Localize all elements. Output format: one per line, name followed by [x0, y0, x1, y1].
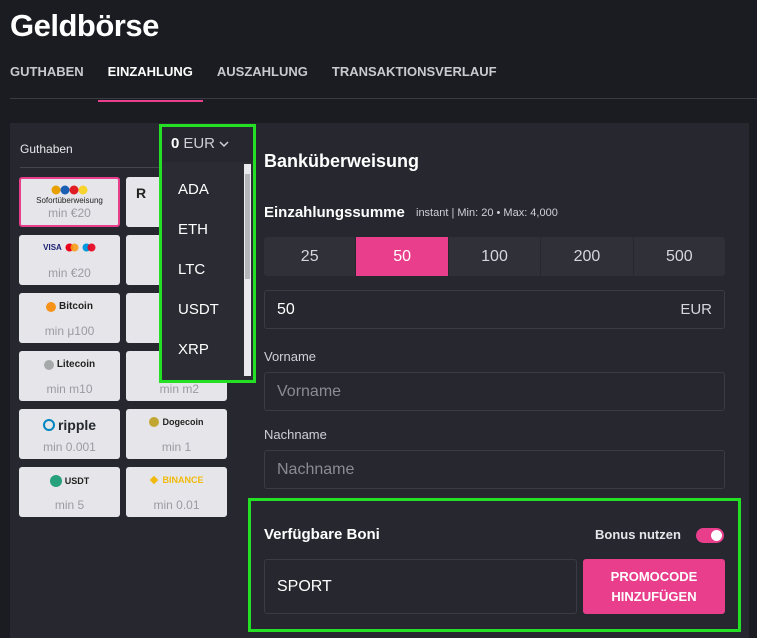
method-sofort[interactable]: Sofortüberweisung min €20	[19, 177, 120, 227]
bonus-title: Verfügbare Boni	[264, 526, 380, 543]
method-name: Litecoin	[56, 359, 96, 370]
promo-code-value: SPORT	[277, 577, 332, 595]
method-binance[interactable]: BINANCE min 0.01	[126, 467, 227, 517]
method-min: min €20	[48, 266, 91, 280]
method-usdt[interactable]: USDT min 5	[19, 467, 120, 517]
method-min: min 5	[54, 498, 85, 512]
bitcoin-icon	[46, 301, 57, 312]
method-min: min €20	[48, 206, 91, 220]
bonus-toggle[interactable]	[696, 528, 724, 543]
currency-code: EUR	[183, 135, 216, 152]
lastname-label: Nachname	[264, 427, 327, 442]
visa-logo-icon: VISA	[43, 243, 62, 252]
method-bitcoin[interactable]: Bitcoin min μ100	[19, 293, 120, 343]
currency-selector[interactable]: 0 EUR	[171, 135, 229, 152]
promo-code-input[interactable]: SPORT	[264, 559, 577, 614]
amount-option-500[interactable]: 500	[634, 237, 725, 276]
lastname-placeholder: Nachname	[277, 460, 355, 478]
tabs-divider	[10, 98, 757, 99]
currency-option-ada[interactable]: ADA	[162, 162, 253, 202]
deposit-sum-label: Einzahlungssumme	[264, 204, 405, 221]
method-cards[interactable]: VISA min €20	[19, 235, 120, 285]
balance-divider	[20, 167, 160, 168]
amount-currency: EUR	[680, 301, 712, 318]
method-min: min 0.01	[153, 498, 200, 512]
bonus-use-label: Bonus nutzen	[595, 527, 681, 542]
method-name: Sofortüberweisung	[36, 196, 103, 205]
method-name: ripple	[57, 417, 97, 433]
tether-icon	[49, 475, 62, 487]
method-name: Dogecoin	[162, 417, 204, 427]
mastercard-logo-icon	[65, 243, 79, 252]
amount-option-100[interactable]: 100	[449, 237, 542, 276]
deposit-limits-info: instant | Min: 20 • Max: 4,000	[416, 207, 558, 219]
page-title: Geldbörse	[10, 8, 159, 43]
method-name: USDT	[64, 476, 90, 486]
method-min: min m2	[159, 382, 199, 396]
amount-option-200[interactable]: 200	[541, 237, 634, 276]
currency-dropdown-list: ADA ETH LTC USDT XRP	[162, 162, 253, 380]
method-min: min 0.001	[43, 440, 96, 454]
amount-value: 50	[277, 300, 295, 318]
balance-amount: 0	[171, 135, 180, 152]
amount-option-25[interactable]: 25	[264, 237, 357, 276]
amount-input[interactable]: 50 EUR	[264, 290, 725, 329]
add-promo-button-line2: HINZUFÜGEN	[611, 589, 697, 604]
litecoin-icon	[43, 359, 54, 370]
add-promo-button-line1: PROMOCODE	[610, 569, 698, 584]
currency-option-xrp[interactable]: XRP	[162, 322, 253, 362]
method-min: min 1	[161, 440, 192, 454]
method-name: Bitcoin	[59, 301, 93, 312]
balance-label: Guthaben	[20, 142, 73, 156]
binance-icon	[150, 475, 159, 485]
dogecoin-icon	[149, 417, 160, 427]
add-promo-button[interactable]: PROMOCODE HINZUFÜGEN	[583, 559, 725, 614]
tab-einzahlung[interactable]: EINZAHLUNG	[97, 64, 204, 102]
method-litecoin[interactable]: Litecoin min m10	[19, 351, 120, 401]
sofort-logo-icon	[51, 185, 87, 195]
firstname-input[interactable]: Vorname	[264, 372, 725, 411]
chevron-down-icon	[219, 140, 229, 147]
bank-transfer-heading: Banküberweisung	[264, 151, 420, 171]
currency-option-ltc[interactable]: LTC	[162, 242, 253, 282]
tab-transaktionsverlauf[interactable]: TRANSAKTIONSVERLAUF	[332, 64, 497, 95]
currency-option-usdt[interactable]: USDT	[162, 282, 253, 322]
wallet-tabs: GUTHABEN EINZAHLUNG AUSZAHLUNG TRANSAKTI…	[10, 64, 521, 102]
dropdown-scrollbar-thumb[interactable]	[245, 174, 250, 279]
lastname-input[interactable]: Nachname	[264, 450, 725, 489]
method-min: min μ100	[44, 324, 95, 338]
amount-presets: 25 50 100 200 500	[264, 237, 725, 276]
ripple-icon	[42, 419, 55, 431]
maestro-logo-icon	[82, 243, 96, 252]
method-min: min m10	[46, 382, 93, 396]
method-ripple[interactable]: ripple min 0.001	[19, 409, 120, 459]
tab-auszahlung[interactable]: AUSZAHLUNG	[217, 64, 308, 95]
method-name: BINANCE	[162, 475, 204, 485]
firstname-label: Vorname	[264, 349, 317, 364]
firstname-placeholder: Vorname	[277, 382, 342, 400]
currency-option-eth[interactable]: ETH	[162, 202, 253, 242]
amount-option-50[interactable]: 50	[356, 237, 449, 276]
tab-guthaben[interactable]: GUTHABEN	[10, 64, 84, 95]
method-dogecoin[interactable]: Dogecoin min 1	[126, 409, 227, 459]
